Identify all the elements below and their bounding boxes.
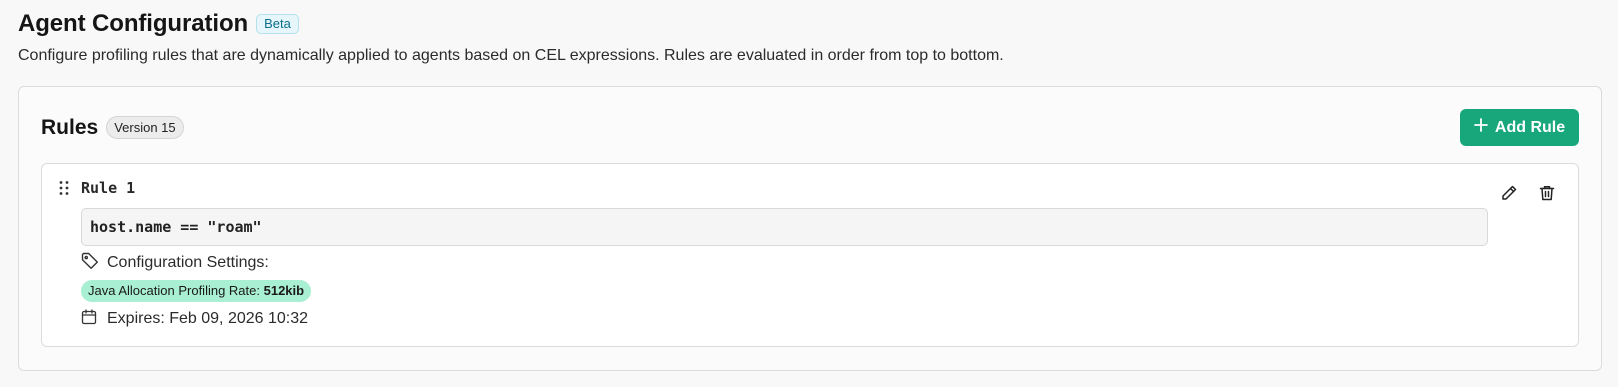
version-badge: Version 15: [106, 116, 184, 139]
trash-icon: [1538, 184, 1556, 207]
page-header: Agent Configuration Beta Configure profi…: [18, 0, 1600, 66]
edit-rule-button[interactable]: [1498, 184, 1520, 206]
calendar-icon: [81, 308, 97, 330]
delete-rule-button[interactable]: [1536, 184, 1558, 206]
drag-handle-icon[interactable]: [59, 180, 71, 198]
configuration-settings-row: Configuration Settings:: [81, 252, 269, 275]
rule-actions: [1498, 184, 1558, 206]
agent-configuration-page: Agent Configuration Beta Configure profi…: [0, 0, 1618, 387]
plus-icon: [1473, 118, 1488, 137]
expires-row: Expires: Feb 09, 2026 10:32: [81, 308, 309, 330]
setting-chip: Java Allocation Profiling Rate: 512kib: [81, 280, 312, 302]
title-row: Agent Configuration Beta: [18, 10, 1600, 38]
configuration-settings-label: Configuration Settings:: [107, 254, 269, 271]
expires-text: Expires: Feb 09, 2026 10:32: [107, 310, 309, 327]
rule-item: Rule 1 host.name == "roam" Configuration…: [41, 163, 1579, 347]
rules-title: Rules: [41, 115, 99, 139]
setting-name: Java Allocation Profiling Rate:: [88, 283, 260, 298]
beta-badge: Beta: [256, 14, 299, 34]
page-title: Agent Configuration: [18, 10, 249, 37]
rule-expression: host.name == "roam": [81, 208, 1488, 246]
add-rule-label: Add Rule: [1494, 118, 1566, 136]
tag-icon: [81, 252, 99, 275]
setting-value: 512kib: [263, 283, 305, 298]
page-description: Configure profiling rules that are dynam…: [18, 47, 1004, 64]
rules-header: Rules Version 15 Add Rule: [41, 109, 1579, 146]
add-rule-button[interactable]: Add Rule: [1460, 109, 1579, 146]
rule-name: Rule 1: [81, 179, 136, 197]
pencil-icon: [1500, 184, 1518, 207]
rules-card: Rules Version 15 Add Rule Rule 1 host.na…: [18, 86, 1602, 371]
